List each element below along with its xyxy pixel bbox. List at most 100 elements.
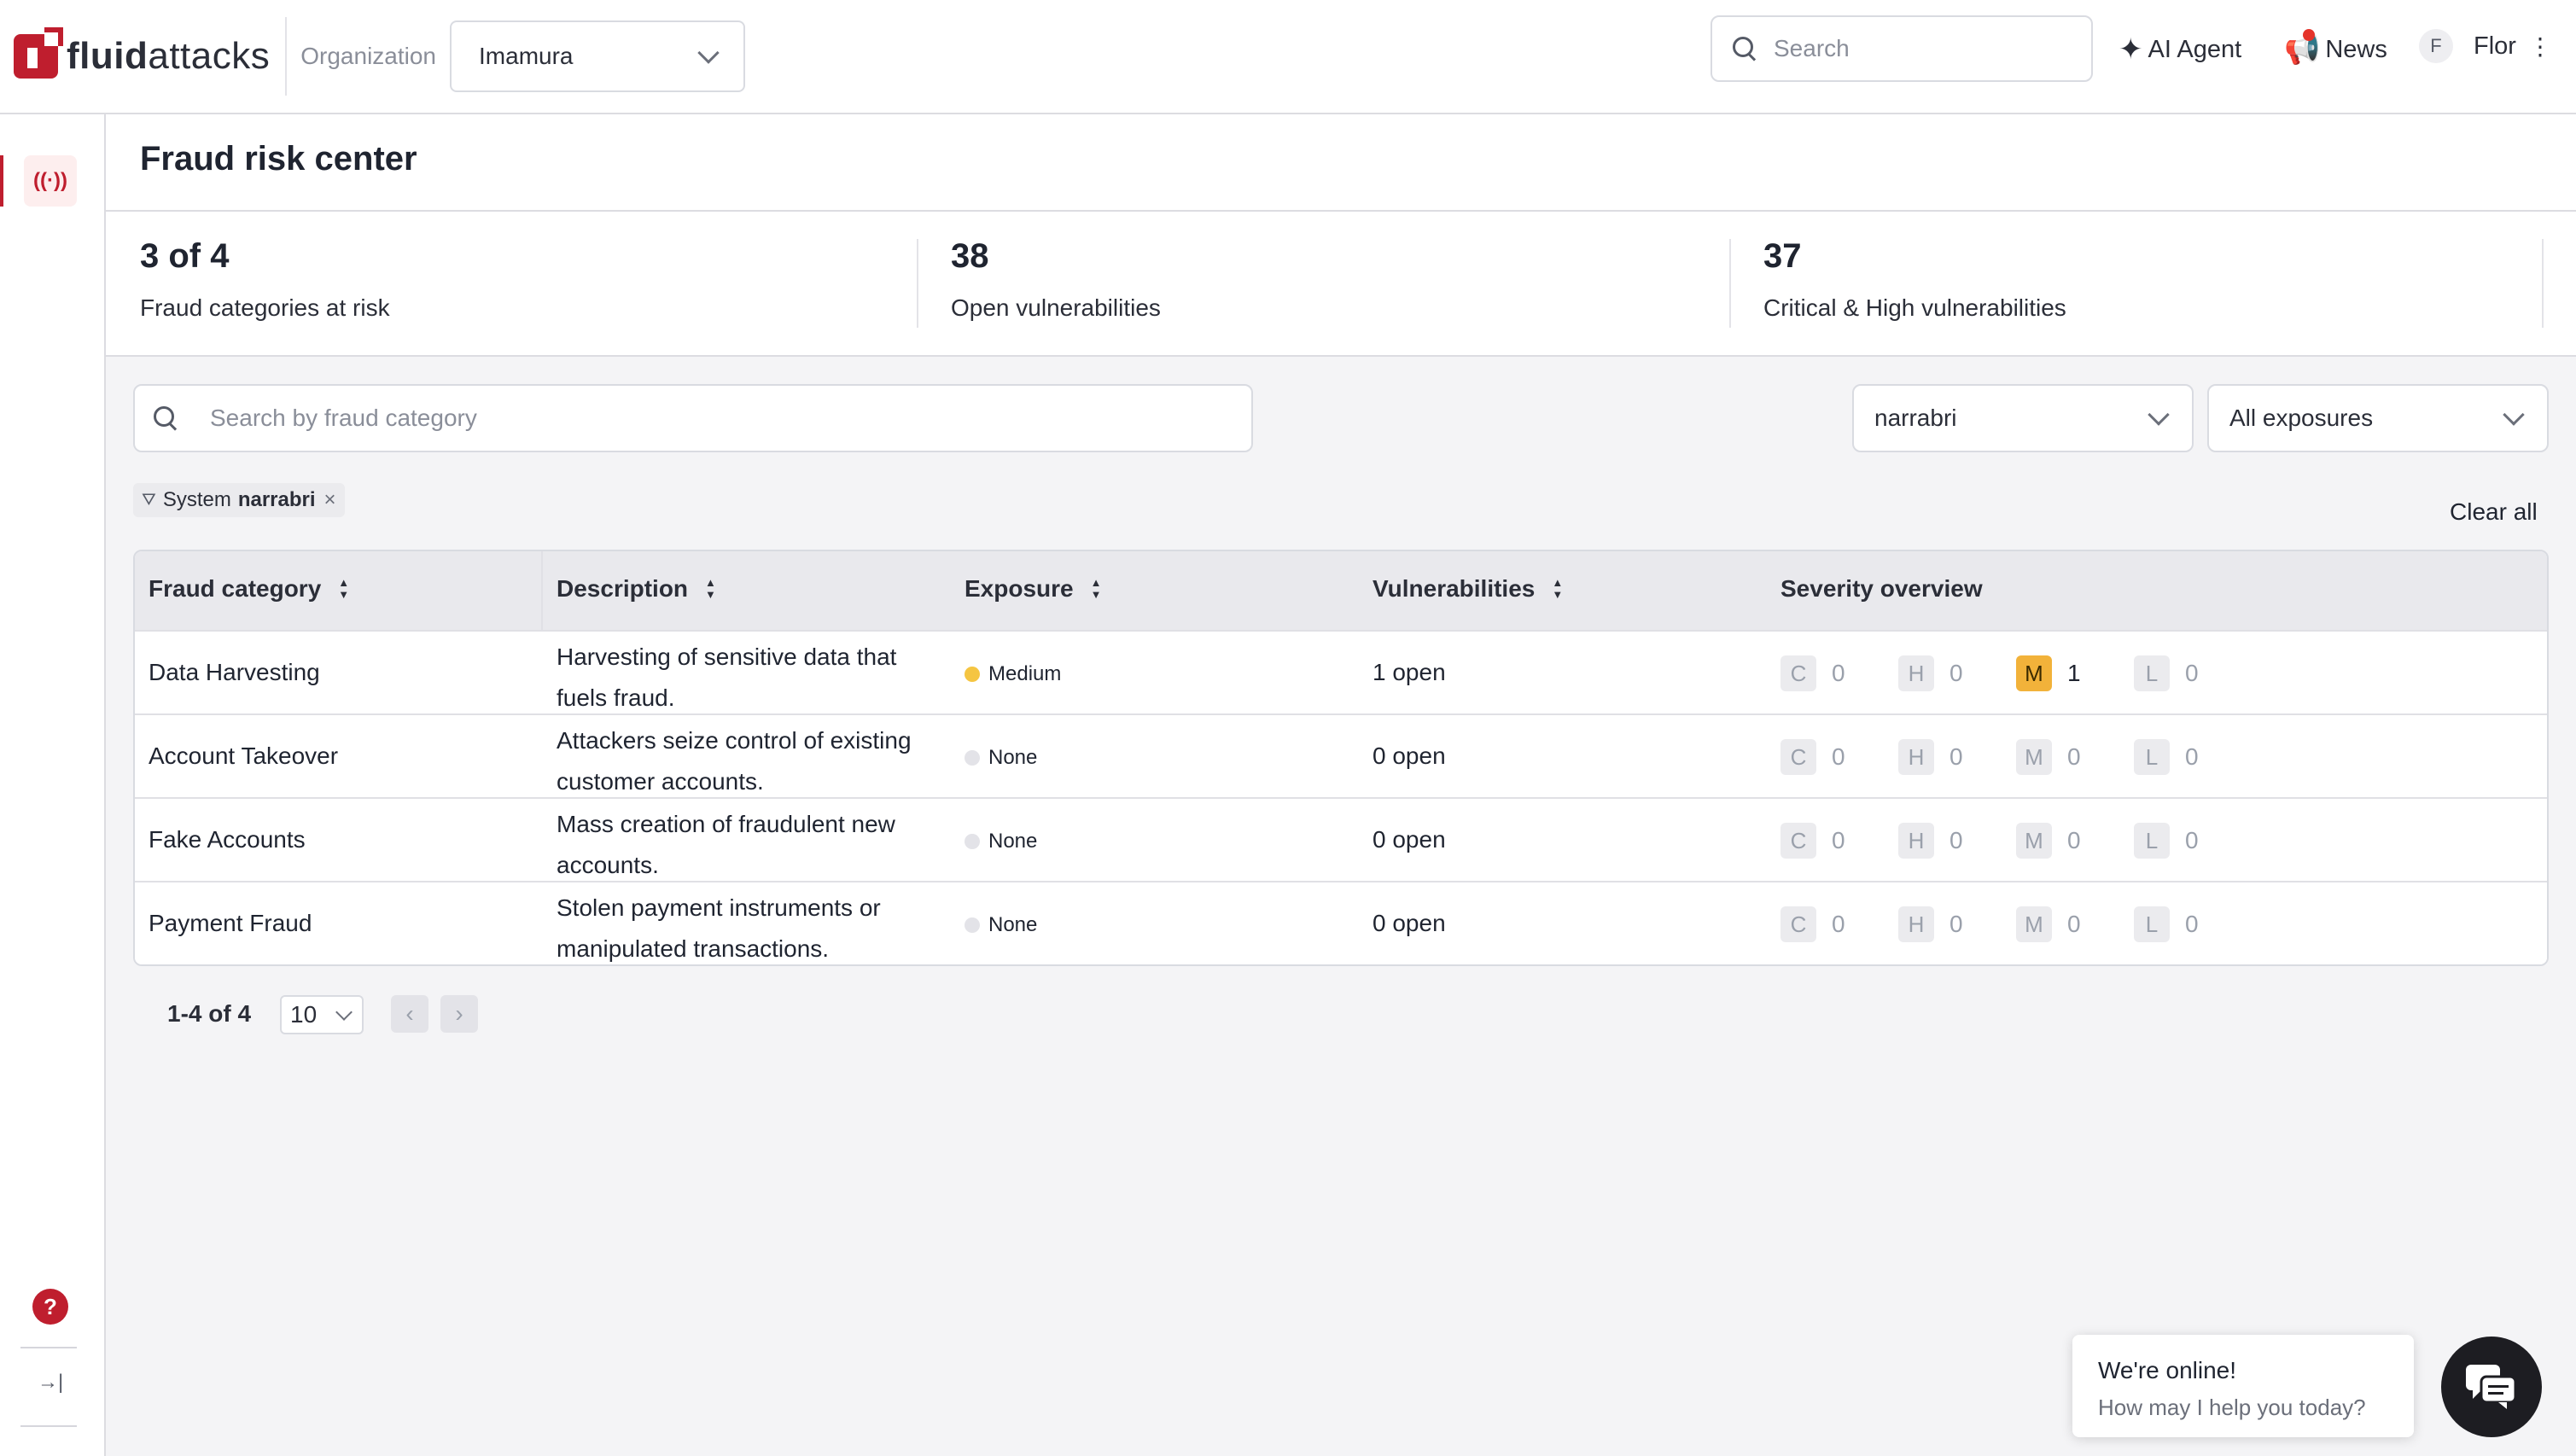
page-title: Fraud risk center <box>140 140 417 178</box>
severity-high-badge: H <box>1898 655 1934 691</box>
organization-label: Organization <box>300 43 437 69</box>
filter-icon: ⛛ <box>142 490 156 510</box>
exposure-cell: None <box>965 830 1037 853</box>
search-icon <box>154 406 178 430</box>
fraud-category-cell: Data Harvesting <box>149 659 320 685</box>
fraud-radar-icon: ((·)) <box>33 169 67 192</box>
news-label: News <box>2325 35 2387 63</box>
news-button[interactable]: 📢 News <box>2284 29 2387 67</box>
chat-launcher-button[interactable] <box>2441 1337 2542 1437</box>
exposure-label: Medium <box>988 662 1062 685</box>
collapse-sidebar-icon[interactable]: →| <box>38 1371 63 1395</box>
table-row[interactable]: Account Takeover Attackers seize control… <box>135 713 2547 797</box>
exposure-cell: None <box>965 913 1037 937</box>
severity-medium: M0 <box>2016 906 2081 942</box>
exposure-cell: Medium <box>965 662 1061 686</box>
page-size-select[interactable]: 10 <box>280 995 364 1034</box>
help-icon[interactable]: ? <box>32 1289 68 1325</box>
vulnerabilities-cell: 0 open <box>1373 743 1446 769</box>
chevron-down-icon <box>335 1004 353 1021</box>
description-cell: Harvesting of sensitive data that fuels … <box>557 644 897 711</box>
vulnerabilities-cell: 0 open <box>1373 826 1446 853</box>
description-cell: Mass creation of fraudulent new accounts… <box>557 811 895 878</box>
exposure-cell: None <box>965 746 1037 770</box>
sort-icon[interactable]: ▲ ▼ <box>1552 577 1563 601</box>
stat-open-vulnerabilities: 38 Open vulnerabilities <box>951 237 1161 322</box>
nav-fraud-risk-center[interactable]: ((·)) <box>24 155 77 207</box>
filter-chip-label: System <box>162 488 231 511</box>
page-size-value: 10 <box>290 1001 318 1028</box>
table-row[interactable]: Fake Accounts Mass creation of fraudulen… <box>135 797 2547 881</box>
divider <box>285 17 288 96</box>
table-row[interactable]: Payment Fraud Stolen payment instruments… <box>135 881 2547 964</box>
chat-greeting-card[interactable]: We're online! How may I help you today? <box>2072 1335 2414 1437</box>
severity-count: 0 <box>2185 743 2199 770</box>
sort-icon[interactable]: ▲ ▼ <box>705 577 716 601</box>
system-select-value: narrabri <box>1874 405 1957 431</box>
global-search-input[interactable]: Search <box>1711 15 2093 82</box>
severity-critical-badge: C <box>1780 906 1816 942</box>
sort-icon[interactable]: ▲ ▼ <box>1091 577 1102 601</box>
fraud-categories-table: Fraud category ▲ ▼ Description ▲ ▼ Exposure ▲… <box>133 550 2549 966</box>
divider <box>20 1425 77 1427</box>
column-header-fraud-category[interactable]: Fraud category ▲ ▼ <box>149 575 349 603</box>
stat-label: Open vulnerabilities <box>951 294 1161 321</box>
severity-high: H0 <box>1898 906 1963 942</box>
chevron-down-icon <box>697 42 720 64</box>
stat-label: Fraud categories at risk <box>140 294 390 321</box>
exposure-select[interactable]: All exposures <box>2207 384 2549 452</box>
next-page-button[interactable]: › <box>440 995 478 1033</box>
stat-label: Critical & High vulnerabilities <box>1763 294 2066 321</box>
pagination-range: 1-4 of 4 <box>167 1000 252 1027</box>
severity-medium-badge: M <box>2016 906 2052 942</box>
severity-count: 0 <box>1949 660 1963 686</box>
brand-logo[interactable]: fluidattacks <box>14 27 270 79</box>
description-cell: Stolen payment instruments or manipulate… <box>557 894 881 962</box>
severity-count: 0 <box>1949 743 1963 770</box>
system-select[interactable]: narrabri <box>1852 384 2194 452</box>
divider <box>2542 239 2544 328</box>
table-row[interactable]: Data Harvesting Harvesting of sensitive … <box>135 630 2547 713</box>
divider <box>917 239 918 328</box>
fraud-category-cell: Payment Fraud <box>149 910 312 936</box>
severity-critical-badge: C <box>1780 823 1816 859</box>
ai-agent-button[interactable]: ✦ AI Agent <box>2118 32 2241 67</box>
chat-bubble-icon <box>2466 1365 2517 1409</box>
fraud-category-search-input[interactable]: Search by fraud category <box>133 384 1253 452</box>
severity-low: L0 <box>2134 906 2199 942</box>
fraud-category-cell: Account Takeover <box>149 743 339 769</box>
page-header: Fraud risk center <box>106 114 2576 212</box>
stats-panel: 3 of 4 Fraud categories at risk 38 Open … <box>106 212 2576 357</box>
severity-count: 0 <box>1832 660 1845 686</box>
clear-all-button[interactable]: Clear all <box>2450 498 2538 526</box>
organization-select[interactable]: Imamura <box>450 20 746 92</box>
left-nav-rail: ((·)) ? →| <box>0 114 106 1456</box>
remove-filter-icon[interactable]: × <box>324 488 336 512</box>
divider <box>20 1347 77 1348</box>
severity-critical-badge: C <box>1780 655 1816 691</box>
filter-chip-value: narrabri <box>237 488 316 511</box>
severity-critical: C0 <box>1780 739 1845 775</box>
severity-high: H0 <box>1898 823 1963 859</box>
user-menu[interactable]: F Flor ⋮ <box>2419 29 2552 63</box>
severity-high-badge: H <box>1898 906 1934 942</box>
column-header-vulnerabilities[interactable]: Vulnerabilities ▲ ▼ <box>1373 575 1563 603</box>
sort-icon[interactable]: ▲ ▼ <box>338 577 349 601</box>
table-header: Fraud category ▲ ▼ Description ▲ ▼ Exposure ▲… <box>135 551 2547 632</box>
column-header-description[interactable]: Description ▲ ▼ <box>557 575 716 603</box>
chat-subtitle: How may I help you today? <box>2098 1395 2366 1420</box>
severity-count: 1 <box>2067 660 2081 686</box>
sparkle-icon: ✦ <box>2118 33 2143 66</box>
exposure-medium-dot-icon <box>965 667 980 682</box>
stat-critical-high-vulnerabilities: 37 Critical & High vulnerabilities <box>1763 237 2066 322</box>
column-header-exposure[interactable]: Exposure ▲ ▼ <box>965 575 1101 603</box>
kebab-menu-icon[interactable]: ⋮ <box>2528 32 2552 61</box>
exposure-none-dot-icon <box>965 750 980 766</box>
severity-low-badge: L <box>2134 906 2170 942</box>
top-bar: fluidattacks Organization Imamura Search… <box>0 0 2576 114</box>
severity-count: 0 <box>2185 911 2199 937</box>
severity-critical: C0 <box>1780 655 1845 691</box>
active-indicator <box>0 155 3 207</box>
global-search-placeholder: Search <box>1774 35 1850 61</box>
previous-page-button[interactable]: ‹ <box>391 995 428 1033</box>
